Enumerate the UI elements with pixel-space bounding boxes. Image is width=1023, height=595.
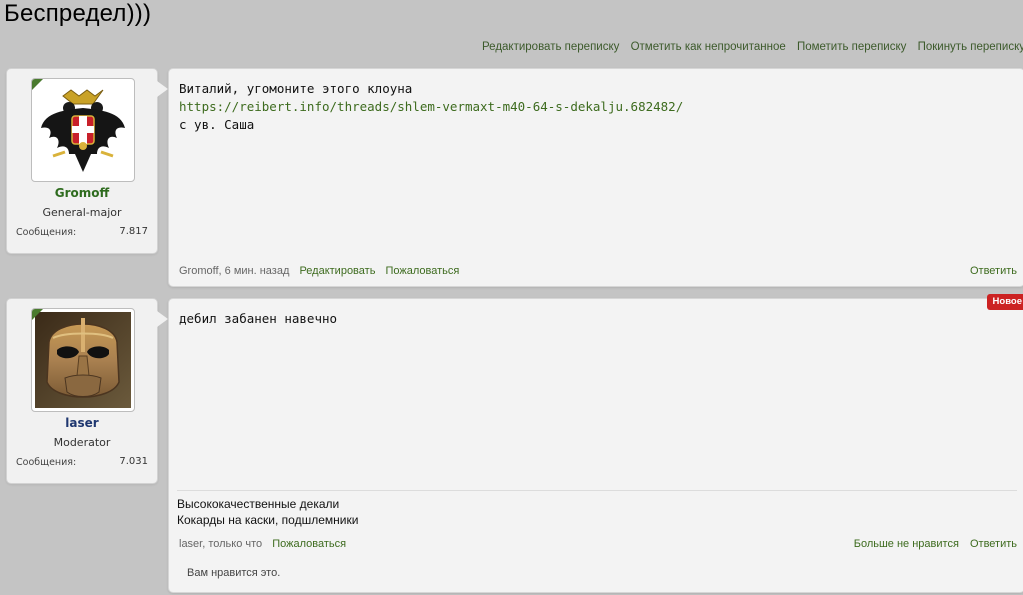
- leave-conversation-link[interactable]: Покинуть переписку: [918, 41, 1023, 53]
- avatar[interactable]: [31, 308, 135, 412]
- username[interactable]: Gromoff: [7, 186, 157, 200]
- message-meta: Gromoff, 6 мин. назад Редактировать Пожа…: [179, 265, 459, 277]
- double-eagle-icon: [35, 82, 131, 178]
- edit-conversation-link[interactable]: Редактировать переписку: [482, 41, 619, 53]
- message-meta: laser, только что Пожаловаться: [179, 538, 346, 550]
- reply-link[interactable]: Ответить: [970, 538, 1017, 550]
- messages-stat-label: Сообщения:: [16, 227, 77, 238]
- new-badge: Новое: [986, 294, 1023, 310]
- online-indicator-icon: [32, 309, 43, 320]
- mark-unread-link[interactable]: Отметить как непрочитанное: [631, 41, 786, 53]
- username[interactable]: laser: [7, 416, 157, 430]
- message-text-line: Виталий, угомоните этого клоуна: [179, 81, 413, 96]
- author-date[interactable]: Gromoff, 6 мин. назад: [179, 265, 289, 277]
- message-text-line: с ув. Саша: [179, 117, 255, 132]
- message-actions: Ответить: [962, 265, 1017, 277]
- user-card-laser: laser Moderator Сообщения: 7.031: [6, 298, 168, 484]
- report-link[interactable]: Пожаловаться: [386, 265, 460, 277]
- page-title: Беспредел))): [4, 0, 152, 27]
- message-post: Новое дебил забанен навечно Высококачест…: [168, 294, 1023, 593]
- signature-line[interactable]: Высококачественные декали: [177, 496, 1017, 512]
- message-body: дебил забанен навечно: [179, 310, 337, 328]
- reply-link[interactable]: Ответить: [970, 265, 1017, 277]
- message-post: Виталий, угомоните этого клоуна https://…: [168, 68, 1023, 287]
- messages-stat-value: 7.817: [119, 226, 148, 237]
- message-body: Виталий, угомоните этого клоуна https://…: [179, 80, 683, 134]
- avatar[interactable]: [31, 78, 135, 182]
- helmet-mask-icon: [35, 312, 131, 408]
- likes-summary: Вам нравится это.: [187, 567, 281, 579]
- unlike-link[interactable]: Больше не нравится: [854, 538, 959, 550]
- message-text-line: дебил забанен навечно: [179, 311, 338, 326]
- conversation-controls: Редактировать переписку Отметить как неп…: [474, 41, 1023, 53]
- messages-stat-label: Сообщения:: [16, 457, 77, 468]
- signature: Высококачественные декали Кокарды на кас…: [177, 490, 1017, 528]
- edit-link[interactable]: Редактировать: [299, 265, 375, 277]
- user-card-gromoff: Gromoff General-major Сообщения: 7.817: [6, 68, 168, 254]
- star-conversation-link[interactable]: Пометить переписку: [797, 41, 906, 53]
- author-date[interactable]: laser, только что: [179, 538, 262, 550]
- message-actions: Больше не нравится Ответить: [846, 538, 1017, 550]
- report-link[interactable]: Пожаловаться: [272, 538, 346, 550]
- online-indicator-icon: [32, 79, 43, 90]
- signature-line[interactable]: Кокарды на каски, подшлемники: [177, 512, 1017, 528]
- user-title: General-major: [42, 206, 122, 219]
- user-title: Moderator: [53, 436, 111, 449]
- message-link[interactable]: https://reibert.info/threads/shlem-verma…: [179, 98, 683, 116]
- messages-stat-value: 7.031: [119, 456, 148, 467]
